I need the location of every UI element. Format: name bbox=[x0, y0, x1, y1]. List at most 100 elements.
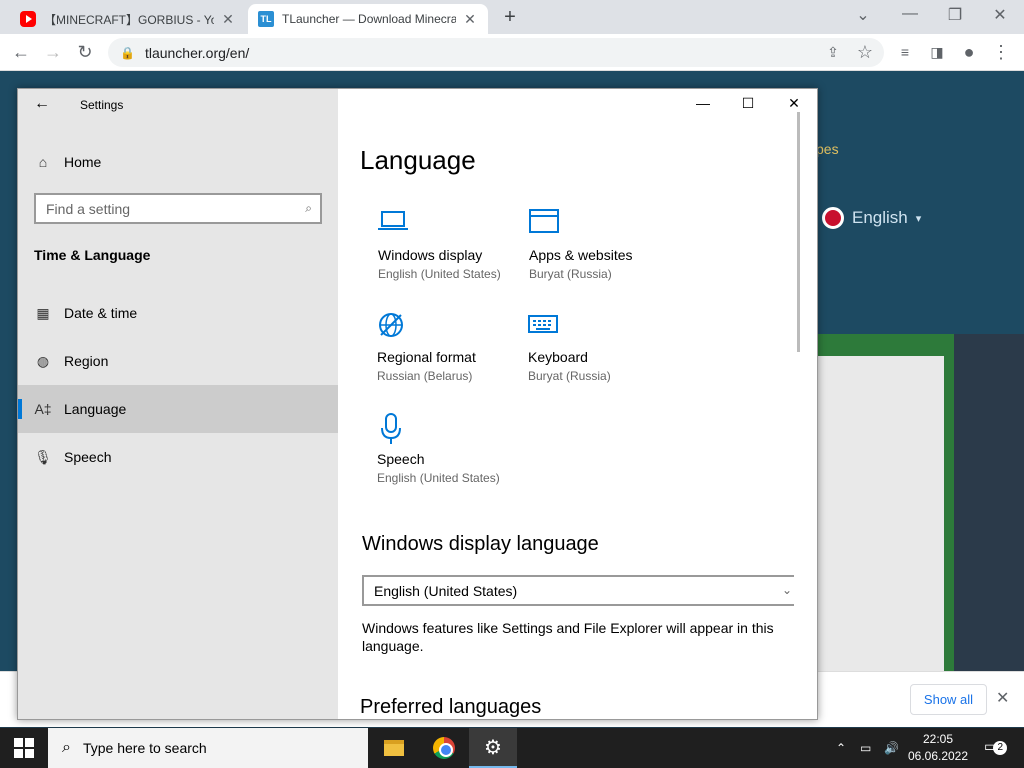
volume-icon[interactable]: 🔊 bbox=[884, 728, 899, 768]
tile-keyboard[interactable]: Keyboard Buryat (Russia) bbox=[528, 311, 678, 383]
sidebar-item-label: Speech bbox=[64, 449, 112, 465]
find-setting-input[interactable]: Find a setting ⌕ bbox=[34, 193, 322, 224]
profile-icon[interactable]: ● bbox=[956, 40, 982, 64]
media-icon[interactable]: ≡ bbox=[892, 40, 918, 64]
display-language-description: Windows features like Settings and File … bbox=[362, 620, 774, 654]
microphone-icon: 🎙 bbox=[34, 448, 52, 465]
tab-title: 【MINECRAFT】GORBIUS - YouTube bbox=[44, 12, 214, 27]
maximize-button[interactable]: ☐ bbox=[733, 95, 763, 112]
back-arrow-icon[interactable]: ← bbox=[8, 40, 34, 64]
window-title: Settings bbox=[80, 98, 124, 112]
sidebar-item-label: Date & time bbox=[64, 305, 138, 321]
restore-button[interactable]: ❐ bbox=[940, 5, 970, 25]
clock-date: 06.06.2022 bbox=[907, 749, 969, 763]
close-window-button[interactable]: ✕ bbox=[779, 95, 809, 112]
language-icon: A‡ bbox=[34, 401, 52, 417]
system-clock[interactable]: 22:05 06.06.2022 bbox=[906, 731, 970, 765]
close-window-button[interactable]: ✕ bbox=[985, 5, 1015, 25]
launcher-sidebar bbox=[954, 334, 1024, 671]
tile-apps-websites[interactable]: Apps & websites Buryat (Russia) bbox=[529, 209, 679, 281]
microphone-icon bbox=[377, 413, 409, 445]
clock-time: 22:05 bbox=[922, 732, 954, 746]
reload-icon[interactable]: ↻ bbox=[72, 40, 98, 64]
tile-speech[interactable]: Speech English (United States) bbox=[377, 413, 527, 485]
section-heading: Time & Language bbox=[34, 247, 151, 263]
notification-count: 2 bbox=[993, 741, 1008, 755]
page-title: Language bbox=[360, 145, 476, 175]
tile-value: English (United States) bbox=[378, 267, 501, 281]
chrome-icon bbox=[433, 737, 455, 759]
tile-value: Buryat (Russia) bbox=[528, 369, 611, 383]
sidebar-item-date-time[interactable]: ▦ Date & time bbox=[18, 289, 338, 337]
tile-regional-format[interactable]: Regional format Russian (Belarus) bbox=[377, 311, 527, 383]
youtube-icon bbox=[20, 11, 36, 27]
star-icon[interactable]: ☆ bbox=[852, 40, 878, 64]
search-placeholder: Find a setting bbox=[46, 200, 131, 217]
tile-name: Speech bbox=[377, 451, 425, 467]
network-icon[interactable]: ▭ bbox=[860, 728, 871, 768]
search-icon: ⌕ bbox=[305, 201, 312, 215]
chevron-down-icon: ⌄ bbox=[781, 583, 792, 597]
calendar-clock-icon: ▦ bbox=[36, 304, 50, 321]
sidebar-item-language[interactable]: A‡ Language bbox=[18, 385, 338, 433]
chevron-down-icon[interactable]: ⌄ bbox=[848, 5, 878, 25]
monitor-icon bbox=[378, 209, 410, 241]
sidebar-item-label: Region bbox=[64, 353, 109, 369]
chevron-up-icon[interactable]: ⌃ bbox=[836, 728, 846, 768]
display-language-select[interactable]: English (United States) ⌄ bbox=[362, 575, 794, 606]
settings-window: ← Settings ⌂ Home Find a setting ⌕ Time … bbox=[17, 88, 818, 720]
language-selector[interactable]: English ▾ bbox=[822, 207, 921, 229]
page-text-fragment: pes bbox=[816, 141, 839, 157]
sidebar-item-speech[interactable]: 🎙 Speech bbox=[18, 433, 338, 481]
tile-name: Windows display bbox=[378, 247, 483, 263]
minimize-button[interactable]: — bbox=[895, 5, 925, 23]
url-text: tlauncher.org/en/ bbox=[144, 44, 250, 61]
new-tab-button[interactable]: + bbox=[498, 6, 522, 29]
browser-tab-bar: 【MINECRAFT】GORBIUS - YouTube ✕ TL TLaunc… bbox=[0, 0, 1024, 34]
sidebar-item-region[interactable]: ◍ Region bbox=[18, 337, 338, 385]
folder-icon bbox=[384, 740, 404, 756]
address-bar[interactable]: 🔒 tlauncher.org/en/ bbox=[108, 38, 884, 67]
sidebar-item-label: Home bbox=[64, 154, 102, 170]
notification-center-button[interactable]: ▭2 bbox=[984, 738, 1008, 755]
settings-content: — ☐ ✕ Language Windows display English (… bbox=[338, 89, 817, 719]
globe-icon: ◍ bbox=[36, 352, 50, 369]
display-language-heading: Windows display language bbox=[362, 533, 599, 555]
window-icon bbox=[529, 209, 561, 241]
show-all-button[interactable]: Show all bbox=[910, 684, 987, 715]
back-arrow-icon[interactable]: ← bbox=[34, 95, 50, 113]
launcher-screenshot bbox=[818, 334, 1024, 671]
tile-value: English (United States) bbox=[377, 471, 500, 485]
uk-flag-icon bbox=[822, 207, 844, 229]
caret-down-icon: ▾ bbox=[915, 212, 922, 225]
keyboard-icon bbox=[528, 311, 560, 343]
chrome-button[interactable] bbox=[420, 728, 468, 768]
taskbar-search-input[interactable]: ⌕ Type here to search bbox=[48, 728, 368, 768]
forward-arrow-icon[interactable]: → bbox=[40, 40, 66, 64]
tab-tlauncher[interactable]: TL TLauncher — Download Minecraft ✕ bbox=[248, 4, 488, 34]
scrollbar[interactable] bbox=[797, 112, 800, 352]
taskbar: ⌕ Type here to search ⚙ ⌃ ▭ 🔊 22:05 06.0… bbox=[0, 728, 1024, 768]
settings-app-button[interactable]: ⚙ bbox=[469, 728, 517, 768]
windows-start-icon[interactable] bbox=[14, 738, 34, 758]
menu-icon[interactable]: ⋮ bbox=[988, 40, 1014, 64]
tab-youtube[interactable]: 【MINECRAFT】GORBIUS - YouTube ✕ bbox=[10, 4, 246, 34]
search-icon: ⌕ bbox=[62, 739, 71, 756]
tile-windows-display[interactable]: Windows display English (United States) bbox=[378, 209, 528, 281]
close-icon[interactable]: ✕ bbox=[462, 11, 478, 28]
preferred-languages-heading: Preferred languages bbox=[360, 696, 542, 718]
close-icon[interactable]: ✕ bbox=[996, 688, 1009, 708]
home-icon: ⌂ bbox=[38, 154, 48, 170]
close-icon[interactable]: ✕ bbox=[220, 11, 236, 28]
share-icon[interactable]: ⇪ bbox=[820, 40, 846, 64]
tlauncher-icon: TL bbox=[258, 11, 274, 27]
globe-format-icon bbox=[377, 311, 409, 343]
minimize-button[interactable]: — bbox=[688, 95, 718, 111]
settings-sidebar: ← Settings ⌂ Home Find a setting ⌕ Time … bbox=[18, 89, 338, 719]
tile-value: Buryat (Russia) bbox=[529, 267, 612, 281]
sidepanel-icon[interactable]: ◨ bbox=[924, 40, 950, 64]
lock-icon: 🔒 bbox=[120, 45, 135, 60]
file-explorer-button[interactable] bbox=[370, 728, 418, 768]
sidebar-item-home[interactable]: ⌂ Home bbox=[34, 153, 102, 171]
gear-icon: ⚙ bbox=[484, 736, 502, 759]
